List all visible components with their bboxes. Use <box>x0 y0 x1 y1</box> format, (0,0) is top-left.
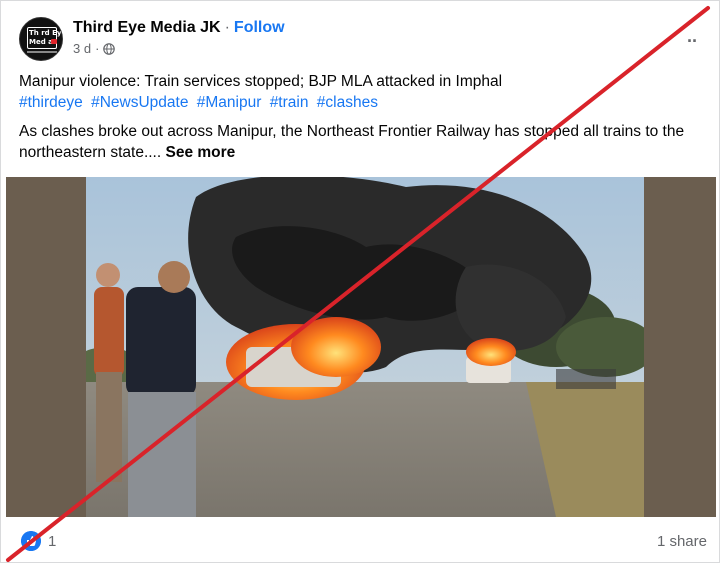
post-body: As clashes broke out across Manipur, the… <box>19 121 709 163</box>
follow-button[interactable]: Follow <box>234 19 285 36</box>
logo-badge <box>51 39 57 44</box>
like-icon[interactable] <box>21 531 41 551</box>
separator-dot: · <box>95 41 100 56</box>
post-meta: 3 d · <box>73 41 116 56</box>
see-more-link[interactable]: See more <box>165 144 235 161</box>
reaction-count[interactable]: 1 <box>48 533 56 550</box>
post-timestamp[interactable]: 3 d <box>73 41 91 56</box>
author-row: Third Eye Media JK · Follow <box>73 19 285 37</box>
post-media[interactable] <box>6 177 716 517</box>
globe-icon <box>103 42 116 55</box>
hashtag-link[interactable]: #thirdeye <box>19 94 83 111</box>
share-count[interactable]: 1 share <box>657 533 707 550</box>
logo-text-line2: Med a <box>29 38 53 46</box>
post-body-text: As clashes broke out across Manipur, the… <box>19 123 685 161</box>
burning-vehicles-image <box>86 177 644 517</box>
hashtag-link[interactable]: #Manipur <box>197 94 262 111</box>
avatar[interactable]: Th rd Eye Med a <box>19 17 63 61</box>
separator-dot: · <box>224 19 230 36</box>
hashtag-list: #thirdeye #NewsUpdate #Manipur #train #c… <box>19 92 709 113</box>
hashtag-link[interactable]: #clashes <box>317 94 378 111</box>
author-name[interactable]: Third Eye Media JK <box>73 19 221 36</box>
logo-underline <box>27 51 57 53</box>
hashtag-link[interactable]: #train <box>270 94 309 111</box>
news-photo[interactable] <box>86 177 644 517</box>
post-headline: Manipur violence: Train services stopped… <box>19 73 503 90</box>
more-options-icon[interactable]: ·· <box>687 31 698 52</box>
post-header: Th rd Eye Med a Third Eye Media JK · Follo… <box>19 15 709 63</box>
post-footer: 1 1 share <box>1 519 720 563</box>
hashtag-link[interactable]: #NewsUpdate <box>91 94 188 111</box>
logo-text-line1: Th rd Eye <box>29 29 63 37</box>
facebook-post: Th rd Eye Med a Third Eye Media JK · Follo… <box>0 0 720 563</box>
